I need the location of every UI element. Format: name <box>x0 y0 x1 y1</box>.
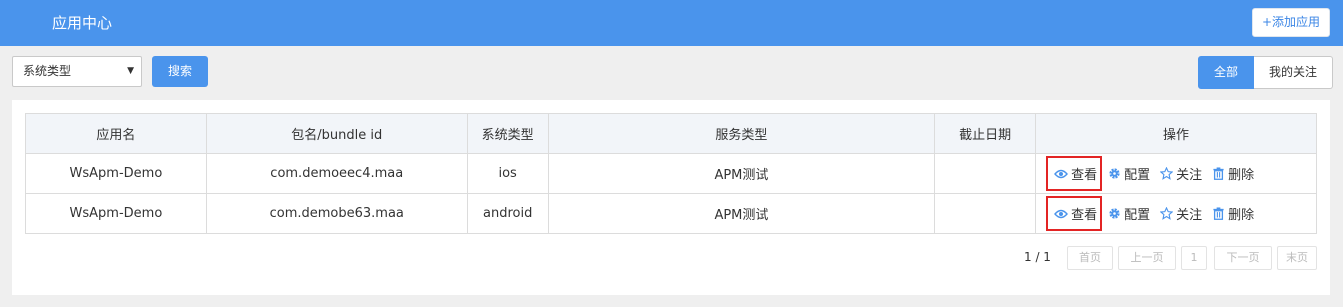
column-header-app-name: 应用名 <box>25 113 207 154</box>
delete-button[interactable]: 删除 <box>1212 164 1254 183</box>
filter-all-button[interactable]: 全部 <box>1198 56 1254 89</box>
cell-actions: 查看 配置 关注 删除 <box>1035 153 1317 194</box>
cell-app-name: WsApm-Demo <box>25 153 207 194</box>
filter-toggle-group: 全部 我的关注 <box>1198 56 1333 89</box>
system-type-select-value: 系统类型 <box>23 64 72 78</box>
view-button[interactable]: 查看 <box>1046 196 1103 231</box>
config-label: 配置 <box>1124 208 1151 223</box>
app-table: 应用名 包名/bundle id 系统类型 服务类型 截止日期 操作 WsApm… <box>25 113 1317 234</box>
star-icon <box>1160 167 1174 180</box>
view-button[interactable]: 查看 <box>1046 156 1103 191</box>
config-button[interactable]: 配置 <box>1108 164 1150 183</box>
config-label: 配置 <box>1124 168 1151 183</box>
page-number-button[interactable]: 1 <box>1181 246 1207 270</box>
eye-icon <box>1054 209 1069 218</box>
column-header-actions: 操作 <box>1035 113 1317 154</box>
delete-label: 删除 <box>1228 208 1255 223</box>
column-header-deadline: 截止日期 <box>934 113 1037 154</box>
column-header-bundle: 包名/bundle id <box>205 113 468 154</box>
add-app-button[interactable]: +添加应用 <box>1252 8 1330 37</box>
cell-bundle: com.demoeec4.maa <box>205 153 468 194</box>
delete-label: 删除 <box>1228 168 1255 183</box>
follow-label: 关注 <box>1176 168 1203 183</box>
follow-button[interactable]: 关注 <box>1160 164 1202 183</box>
pagination: 1 / 1 首页 上一页 1 下一页 末页 <box>12 246 1330 270</box>
view-label: 查看 <box>1071 168 1098 183</box>
cell-app-name: WsApm-Demo <box>25 193 207 234</box>
cell-os: android <box>466 193 549 234</box>
table-row: WsApm-Demo com.demoeec4.maa ios APM测试 查看… <box>25 153 1317 194</box>
delete-button[interactable]: 删除 <box>1212 204 1254 223</box>
cell-service: APM测试 <box>547 153 936 194</box>
search-button[interactable]: 搜索 <box>152 56 208 87</box>
page-info: 1 / 1 <box>1024 250 1051 264</box>
cell-bundle: com.demobe63.maa <box>205 193 468 234</box>
trash-icon <box>1213 207 1224 220</box>
app-list-panel: 应用名 包名/bundle id 系统类型 服务类型 截止日期 操作 WsApm… <box>12 100 1330 295</box>
cell-os: ios <box>466 153 549 194</box>
follow-button[interactable]: 关注 <box>1160 204 1202 223</box>
filter-my-follow-button[interactable]: 我的关注 <box>1254 56 1333 89</box>
first-page-button[interactable]: 首页 <box>1067 246 1113 270</box>
view-label: 查看 <box>1071 208 1098 223</box>
top-header-bar: 应用中心 +添加应用 <box>0 0 1343 46</box>
cell-service: APM测试 <box>547 193 936 234</box>
eye-icon <box>1054 169 1069 178</box>
table-row: WsApm-Demo com.demobe63.maa android APM测… <box>25 193 1317 234</box>
gear-icon <box>1109 208 1120 219</box>
prev-page-button[interactable]: 上一页 <box>1118 246 1176 270</box>
follow-label: 关注 <box>1176 208 1203 223</box>
dropdown-arrow-icon: ▼ <box>127 66 134 76</box>
system-type-select[interactable]: 系统类型 ▼ <box>12 56 142 87</box>
gear-icon <box>1109 168 1120 179</box>
column-header-os: 系统类型 <box>466 113 549 154</box>
cell-actions: 查看 配置 关注 删除 <box>1035 193 1317 234</box>
trash-icon <box>1213 167 1224 180</box>
page-title: 应用中心 <box>52 14 113 32</box>
cell-deadline <box>934 153 1037 194</box>
star-icon <box>1160 207 1174 220</box>
config-button[interactable]: 配置 <box>1108 204 1150 223</box>
table-header-row: 应用名 包名/bundle id 系统类型 服务类型 截止日期 操作 <box>25 113 1317 154</box>
cell-deadline <box>934 193 1037 234</box>
next-page-button[interactable]: 下一页 <box>1214 246 1272 270</box>
last-page-button[interactable]: 末页 <box>1277 246 1317 270</box>
column-header-service: 服务类型 <box>547 113 936 154</box>
